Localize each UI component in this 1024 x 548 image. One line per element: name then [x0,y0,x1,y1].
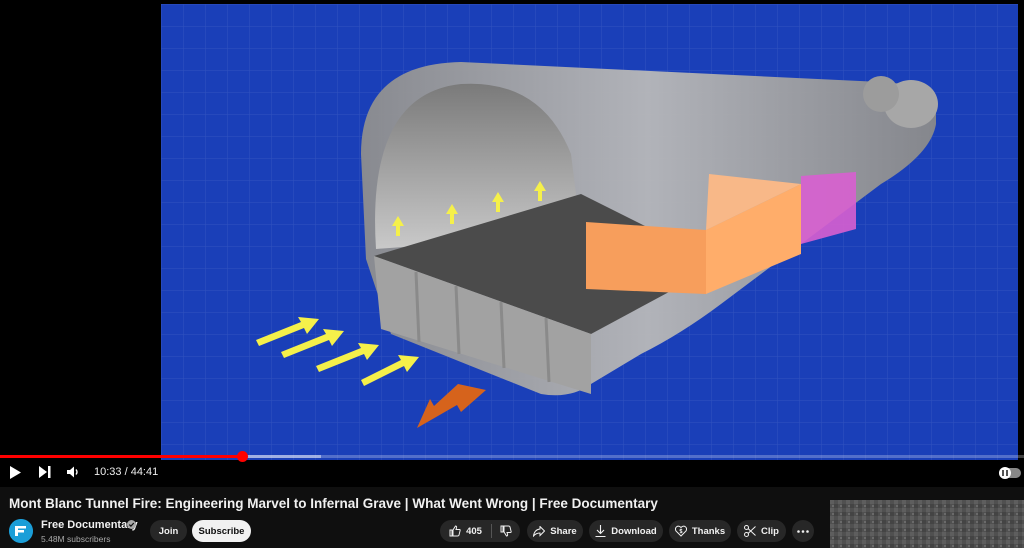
thanks-label: Thanks [691,525,726,537]
thumbs-up-icon [449,525,461,537]
like-dislike-group: 405 [440,520,520,542]
pause-icon [1002,470,1008,476]
recommended-video-thumbnail[interactable] [830,500,1024,548]
next-button[interactable] [34,462,56,482]
volume-icon [66,466,78,478]
verified-badge-icon [127,520,136,529]
channel-avatar[interactable] [9,519,33,543]
channel-logo-icon [9,519,33,543]
download-label: Download [611,525,657,537]
video-frame[interactable] [161,4,1018,460]
volume-button[interactable] [62,462,84,482]
download-button[interactable]: Download [589,520,663,542]
progress-bar[interactable] [0,451,1024,462]
autoplay-toggle[interactable] [999,467,1021,479]
like-count: 405 [466,525,482,537]
video-title: Mont Blanc Tunnel Fire: Engineering Marv… [9,496,658,511]
next-icon [39,466,51,478]
clip-label: Clip [761,525,779,537]
time-display: 10:33 / 44:41 [94,466,159,478]
share-button[interactable]: Share [527,520,583,542]
thanks-heart-dollar-icon [674,525,687,537]
progress-played [0,455,242,458]
progress-scrubber-handle[interactable] [236,451,248,462]
player-controls: 10:33 / 44:41 [0,462,1024,484]
thumbs-down-icon [500,525,512,537]
thanks-button[interactable]: Thanks [669,520,731,542]
more-actions-button[interactable] [792,520,814,542]
join-button[interactable]: Join [150,520,187,542]
video-player[interactable]: 10:33 / 44:41 [0,0,1024,487]
tunnel-diagram-illustration [161,4,1018,460]
more-horizontal-icon [797,529,809,533]
subscribe-button[interactable]: Subscribe [192,520,251,542]
play-button[interactable] [4,462,26,482]
share-icon [533,525,546,537]
share-label: Share [550,525,577,537]
subscriber-count: 5.48M subscribers [41,534,111,544]
channel-name[interactable]: Free Documentary [41,519,138,531]
scissors-icon [744,525,756,537]
clip-button[interactable]: Clip [737,520,786,542]
play-icon [10,465,21,479]
like-button[interactable]: 405 [440,520,491,542]
dislike-button[interactable] [492,520,520,542]
download-icon [595,525,606,537]
thumbnail-image [830,500,1024,548]
